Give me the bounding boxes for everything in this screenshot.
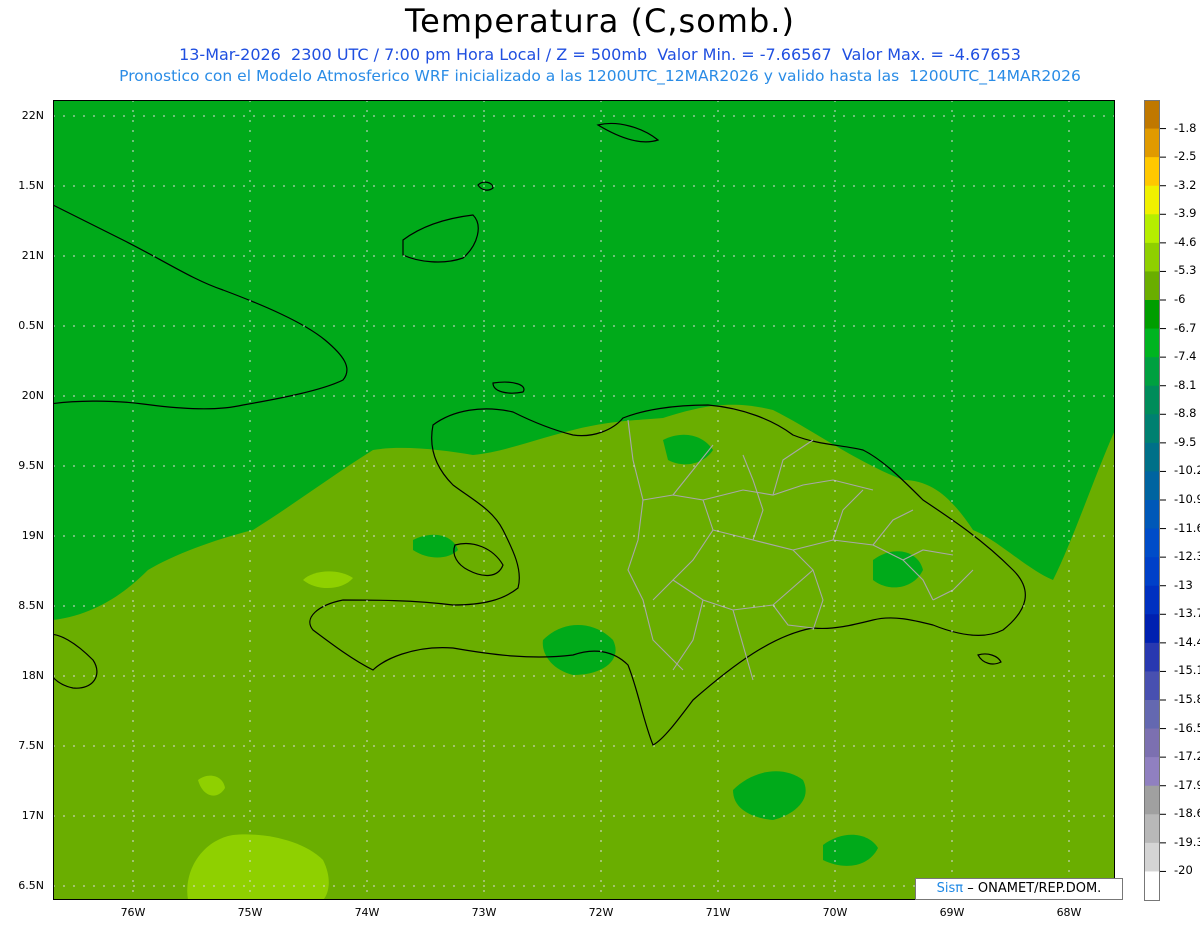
colorbar-swatch [1144,357,1160,387]
colorbar-label: -18.6 [1174,806,1200,821]
colorbar-label: -15.1 [1174,663,1200,678]
colorbar-swatch [1144,242,1160,272]
lat-label-21-5n: 1.5N [18,179,44,192]
credit-brand: Sisπ [936,881,964,896]
colorbar-label: -16.5 [1174,720,1200,735]
lon-label-71w: 71W [705,906,731,919]
colorbar-swatch [1144,700,1160,730]
model-info-line: Pronostico con el Modelo Atmosferico WRF… [119,67,1081,85]
colorbar-swatch [1144,585,1160,615]
colorbar-label: -4.6 [1174,234,1197,249]
lon-label-73w: 73W [471,906,497,919]
colorbar [1144,100,1166,901]
colorbar-label: -10.2 [1174,463,1200,478]
lat-label-21n: 21N [21,249,44,262]
temperature-map [53,100,1115,900]
colorbar-swatch [1144,471,1160,501]
colorbar-label: -17.2 [1174,749,1200,764]
colorbar-label: -6 [1174,292,1186,306]
lat-label-19-5n: 9.5N [18,459,44,472]
colorbar-swatch [1144,442,1160,472]
colorbar-label: -11.6 [1174,520,1200,535]
colorbar-swatch [1144,271,1160,301]
colorbar-swatch [1144,500,1160,530]
colorbar-swatch [1144,814,1160,844]
credit-box: Sisπ – ONAMET/REP.DOM. [915,878,1123,900]
colorbar-swatch [1144,614,1160,644]
colorbar-label: -12.3 [1174,549,1200,564]
lat-label-17-5n: 7.5N [18,739,44,752]
colorbar-swatch [1144,128,1160,158]
colorbar-swatch [1144,842,1160,872]
colorbar-swatch [1144,300,1160,330]
colorbar-label: -15.8 [1174,692,1200,706]
colorbar-label: -13 [1174,577,1193,592]
forecast-time-line: 13-Mar-2026 2300 UTC / 7:00 pm Hora Loca… [179,45,1021,64]
chart-title: Temperatura (C,somb.) [405,2,795,40]
credit-text: – ONAMET/REP.DOM. [967,881,1102,896]
colorbar-swatch [1144,557,1160,587]
lat-label-18-5n: 8.5N [18,599,44,612]
lat-label-22n: 22N [21,109,44,122]
colorbar-swatch [1144,385,1160,415]
colorbar-label: -5.3 [1174,263,1197,278]
colorbar-swatch [1144,414,1160,444]
lat-label-18n: 18N [21,669,44,682]
lon-label-76w: 76W [120,906,146,919]
colorbar-label: -20 [1174,863,1193,878]
lon-label-69w: 69W [939,906,965,919]
colorbar-label: -2.5 [1174,149,1197,164]
lon-label-70w: 70W [822,906,848,919]
colorbar-label: -8.1 [1174,377,1197,392]
colorbar-swatch [1144,214,1160,244]
lat-label-20-5n: 0.5N [18,319,44,332]
colorbar-swatch [1144,871,1160,901]
lon-label-75w: 75W [237,906,263,919]
colorbar-swatch [1144,100,1160,130]
colorbar-swatch [1144,185,1160,215]
colorbar-label: -13.7 [1174,606,1200,621]
colorbar-label: -17.9 [1174,777,1200,792]
colorbar-label: -8.8 [1174,406,1197,421]
colorbar-label: -1.8 [1174,120,1197,135]
colorbar-label: -3.2 [1174,177,1197,192]
colorbar-label: -3.9 [1174,206,1197,221]
lat-label-16-5n: 6.5N [18,879,44,892]
lat-label-20n: 20N [21,389,44,402]
colorbar-label: -9.5 [1174,434,1197,449]
colorbar-swatch [1144,528,1160,558]
colorbar-swatch [1144,328,1160,358]
lon-label-74w: 74W [354,906,380,919]
colorbar-label: -14.4 [1174,634,1200,649]
colorbar-swatch [1144,757,1160,787]
colorbar-label: -6.7 [1174,320,1197,335]
colorbar-swatch [1144,671,1160,701]
lat-label-17n: 17N [21,809,44,822]
colorbar-swatch [1144,785,1160,815]
lon-label-68w: 68W [1056,906,1082,919]
colorbar-label: -10.9 [1174,492,1200,506]
colorbar-label: -7.4 [1174,349,1197,364]
colorbar-swatch [1144,157,1160,187]
colorbar-swatch [1144,728,1160,758]
lat-label-19n: 19N [21,529,44,542]
lon-label-72w: 72W [588,906,614,919]
colorbar-label: -19.3 [1174,834,1200,849]
colorbar-swatch [1144,642,1160,672]
